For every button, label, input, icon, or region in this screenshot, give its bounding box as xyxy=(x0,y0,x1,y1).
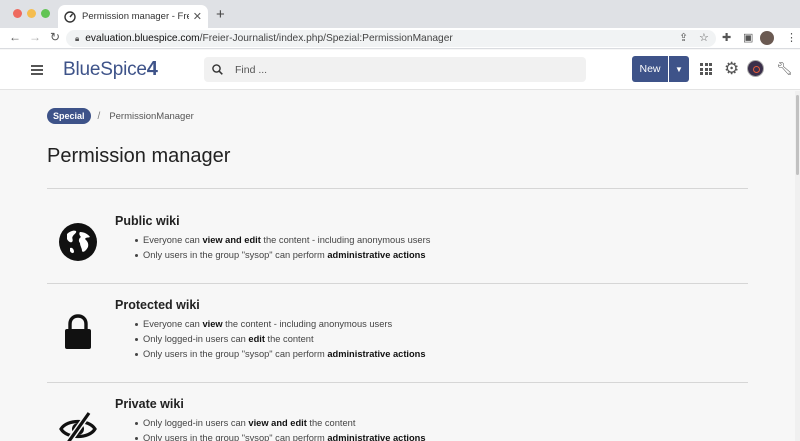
search-box[interactable] xyxy=(204,57,586,82)
hamburger-menu-icon[interactable] xyxy=(31,65,43,75)
option-public-wiki[interactable]: Public wiki Everyone can view and edit t… xyxy=(47,214,748,274)
new-dropdown-caret-icon[interactable]: ▼ xyxy=(669,56,689,82)
bookmark-star-icon[interactable]: ☆ xyxy=(699,31,709,44)
url-path: /Freier-Journalist/index.php/Spezial:Per… xyxy=(199,33,453,44)
list-item: Only users in the group "sysop" can perf… xyxy=(134,248,430,263)
close-window-button[interactable] xyxy=(13,9,22,18)
browser-tab[interactable]: Permission manager - Freier-J ✕ xyxy=(58,5,208,28)
wrench-icon[interactable]: 🔧︎ xyxy=(776,61,793,77)
tab-title: Permission manager - Freier-J xyxy=(82,11,189,22)
share-icon[interactable]: ⇪ xyxy=(679,31,688,44)
breadcrumb-special[interactable]: Special xyxy=(47,108,91,124)
logo-text: BlueSpice xyxy=(63,59,147,80)
main-content: Special / PermissionManager Permission m… xyxy=(0,91,795,441)
back-icon[interactable]: ← xyxy=(9,30,21,44)
new-tab-icon[interactable]: + xyxy=(216,6,225,23)
forward-icon[interactable]: → xyxy=(29,30,41,44)
search-input[interactable] xyxy=(235,63,535,76)
side-panel-icon[interactable]: ▣ xyxy=(743,31,753,44)
option-protected-wiki[interactable]: Protected wiki Everyone can view the con… xyxy=(47,298,748,374)
browser-toolbar: ← → ↻ 🔒︎ evaluation.bluespice.com/Freier… xyxy=(0,28,800,49)
page-title: Permission manager xyxy=(47,145,231,167)
reload-icon[interactable]: ↻ xyxy=(50,30,60,44)
address-bar[interactable]: 🔒︎ evaluation.bluespice.com/Freier-Journ… xyxy=(66,30,716,47)
breadcrumb-page: PermissionManager xyxy=(109,110,194,122)
apps-grid-icon[interactable] xyxy=(700,63,712,75)
new-button[interactable]: New xyxy=(632,56,668,82)
eye-slash-icon xyxy=(59,411,97,441)
list-item: Everyone can view and edit the content -… xyxy=(134,233,430,248)
tab-favicon-icon xyxy=(64,10,76,23)
list-item: Only logged-in users can view and edit t… xyxy=(135,416,426,431)
url-host: evaluation.bluespice.com xyxy=(85,33,200,44)
option-title: Private wiki xyxy=(115,397,184,411)
list-item: Everyone can view the content - includin… xyxy=(135,317,426,332)
scrollbar-thumb[interactable] xyxy=(796,95,799,175)
option-title: Protected wiki xyxy=(115,298,200,312)
divider xyxy=(47,283,748,284)
option-bullets: Everyone can view the content - includin… xyxy=(135,317,426,362)
option-bullets: Everyone can view and edit the content -… xyxy=(134,233,430,263)
user-avatar[interactable] xyxy=(747,60,764,77)
lock-icon xyxy=(65,314,91,349)
search-icon xyxy=(212,64,223,75)
option-title: Public wiki xyxy=(115,214,180,228)
url-text: evaluation.bluespice.com/Freier-Journali… xyxy=(85,33,453,44)
divider xyxy=(47,188,748,189)
maximize-window-button[interactable] xyxy=(41,9,50,18)
option-bullets: Only logged-in users can view and edit t… xyxy=(135,416,426,441)
minimize-window-button[interactable] xyxy=(27,9,36,18)
list-item: Only users in the group "sysop" can perf… xyxy=(135,347,426,362)
breadcrumb: Special / PermissionManager xyxy=(47,108,194,124)
browser-tab-bar: Permission manager - Freier-J ✕ + xyxy=(0,0,800,28)
extensions-icon[interactable]: ✚ xyxy=(722,31,731,44)
profile-avatar[interactable] xyxy=(760,31,774,45)
app-header: BlueSpice4 New ▼ ⚙ 🔧︎ xyxy=(0,50,800,90)
list-item: Only users in the group "sysop" can perf… xyxy=(135,431,426,441)
divider xyxy=(47,382,748,383)
option-private-wiki[interactable]: Private wiki Only logged-in users can vi… xyxy=(47,397,748,441)
breadcrumb-separator: / xyxy=(97,110,101,122)
bluespice-logo[interactable]: BlueSpice4 xyxy=(63,58,158,81)
tab-close-icon[interactable]: ✕ xyxy=(193,10,202,23)
lock-icon: 🔒︎ xyxy=(75,33,80,43)
browser-menu-icon[interactable]: ⋮ xyxy=(786,31,797,44)
globe-icon xyxy=(59,223,97,261)
list-item: Only logged-in users can edit the conten… xyxy=(135,332,426,347)
gear-icon[interactable]: ⚙ xyxy=(724,60,739,77)
logo-version: 4 xyxy=(146,58,158,80)
